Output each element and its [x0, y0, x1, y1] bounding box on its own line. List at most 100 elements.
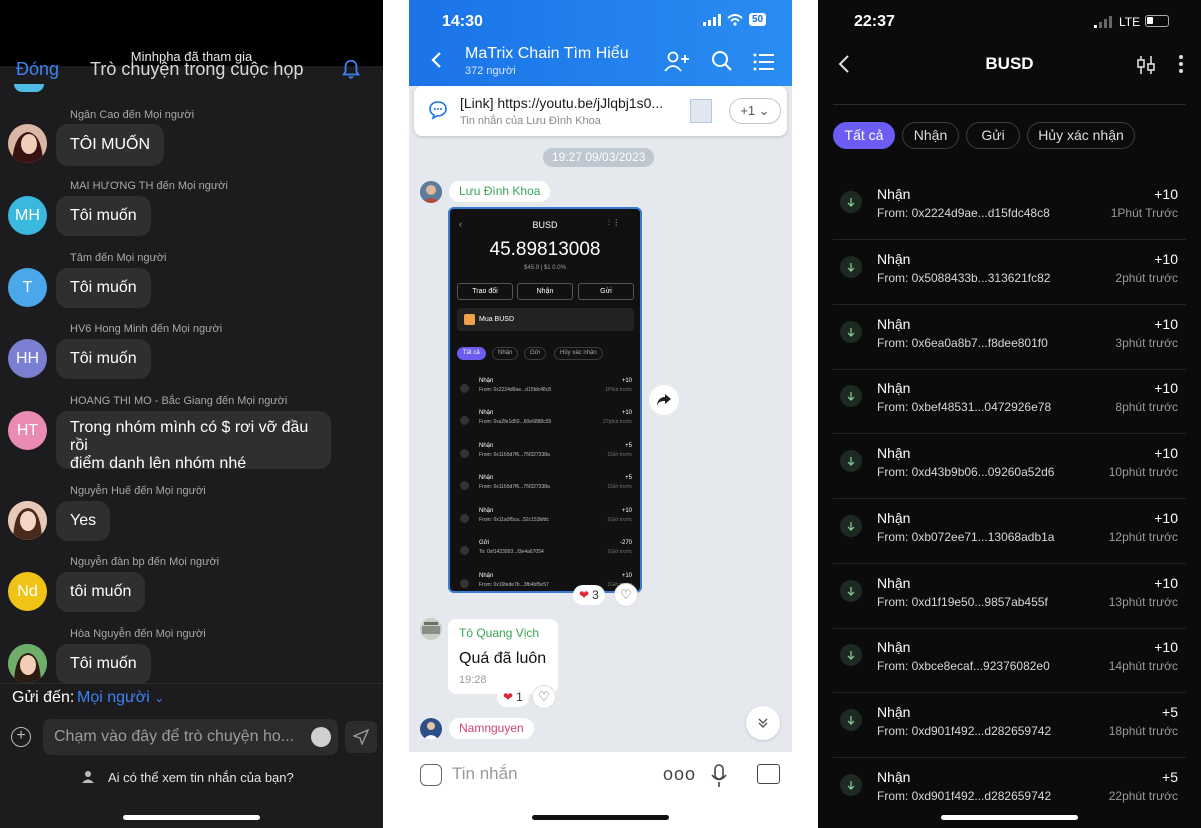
reaction-count[interactable]: ❤ 3	[573, 585, 605, 605]
message-bubble: Tôi muốn	[56, 339, 151, 379]
share-arrow-icon	[657, 394, 671, 406]
pinned-more-button[interactable]: +1 ⌄	[729, 98, 781, 124]
tx-from: From: 0x1165d7f6...75f327338a	[479, 452, 550, 458]
avatar-photo-icon	[8, 501, 47, 540]
scroll-down-button[interactable]	[746, 706, 780, 740]
transaction-row[interactable]: Nhận From: 0xd43b9b06...09260a52d6 +10 1…	[833, 434, 1186, 499]
send-to-value: Mọi người	[77, 689, 150, 706]
avatar-photo-icon	[420, 181, 442, 203]
tx-amount: +10	[621, 508, 632, 514]
tx-amount: +10	[1154, 575, 1178, 591]
tx-time: 2phút trước	[1115, 271, 1178, 285]
sticker-icon[interactable]	[420, 764, 442, 786]
tx-amount: +5	[1162, 704, 1178, 720]
chart-settings-icon[interactable]	[1136, 55, 1156, 75]
transaction-row[interactable]: Nhận From: 0xd901f492...d282659742 +5 18…	[833, 693, 1186, 758]
tx-time: 8phút trước	[1115, 400, 1178, 414]
search-icon[interactable]	[711, 50, 733, 72]
bell-icon[interactable]	[340, 58, 362, 80]
reaction-count[interactable]: ❤ 1	[497, 687, 529, 707]
tx-from: From: 0xd43b9b06...09260a52d6	[877, 465, 1055, 479]
back-arrow-icon[interactable]	[429, 50, 445, 70]
chat-input[interactable]: Chạm vào đây để trò chuyện ho...	[43, 719, 338, 755]
receive-icon	[460, 481, 469, 490]
close-button[interactable]: Đóng	[16, 59, 59, 80]
tx-amount: +10	[621, 573, 632, 579]
attachment-buy-label: Mua BUSD	[479, 316, 515, 323]
avatar	[8, 644, 47, 683]
message-sender: Nguyễn Huế đến Mọi người	[70, 485, 206, 497]
image-attachment[interactable]: ‹ BUSD ⫶ ⋮ 45.89813008 $45.9 | $1 0.0% T…	[448, 207, 642, 593]
tx-time: 1Phút Trước	[1110, 206, 1178, 220]
tx-amount: +10	[1154, 380, 1178, 396]
tx-type: Nhận	[479, 573, 494, 579]
tx-time: 22phút trước	[1108, 789, 1178, 803]
message-sender: MAI HƯƠNG TH đến Mọi người	[70, 180, 228, 192]
message-sender: HOANG THI MO - Bắc Giang đến Mọi người	[70, 395, 288, 407]
send-to-dropdown[interactable]: Mọi người ⌄	[77, 689, 164, 707]
share-button[interactable]	[649, 385, 679, 415]
microphone-icon[interactable]	[711, 764, 727, 788]
battery-indicator: 50	[749, 13, 767, 26]
avatar	[8, 124, 47, 163]
more-vertical-icon[interactable]	[1175, 54, 1187, 74]
heart-icon: ❤	[579, 588, 590, 602]
transaction-row[interactable]: Nhận From: 0xb072ee71...13068adb1a +10 1…	[833, 499, 1186, 564]
message-bubble: TÔI MUỐN	[56, 124, 164, 166]
message-sender: Tâm đến Mọi người	[70, 252, 167, 264]
tx-from: From: 0xbef48531...0472926e78	[877, 400, 1052, 414]
attachment-tx-row: Nhận From: 0xa2fe1d50...60e6888c55 +10 27ph…	[457, 408, 634, 438]
message-input[interactable]: Tin nhắn	[452, 764, 518, 784]
composer-bar: Tin nhắn ooo	[409, 752, 792, 828]
tx-type: Nhận	[877, 510, 911, 526]
tx-type: Nhận	[877, 251, 911, 267]
user-privacy-icon	[82, 771, 94, 783]
tx-amount: +10	[1154, 251, 1178, 267]
menu-list-icon[interactable]	[753, 52, 775, 72]
pinned-author: Tin nhắn của Lưu Đình Khoa	[460, 115, 601, 127]
receive-arrow-icon	[840, 256, 862, 278]
filter-cancel[interactable]: Hủy xác nhận	[1027, 122, 1135, 149]
avatar	[420, 718, 442, 740]
tx-type: Nhận	[479, 443, 494, 449]
transaction-row[interactable]: Nhận From: 0xd1f19e50...9857ab455f +10 1…	[833, 564, 1186, 629]
emoji-icon[interactable]	[311, 727, 331, 747]
avatar	[420, 618, 442, 640]
filter-all[interactable]: Tất cả	[833, 122, 895, 149]
attachment-buy-row: Mua BUSD	[457, 308, 634, 331]
message-text-line: Trong nhóm mình có $ rơi vỡ đầu rồi	[70, 419, 309, 454]
receive-icon	[460, 416, 469, 425]
react-button[interactable]: ♡	[614, 583, 638, 607]
tx-amount: +10	[1154, 186, 1178, 202]
filter-receive[interactable]: Nhận	[902, 122, 959, 149]
tx-time: 27phút trước	[603, 419, 632, 425]
filter-send[interactable]: Gửi	[966, 122, 1020, 149]
link-thumbnail	[690, 99, 712, 123]
react-button[interactable]: ♡	[532, 685, 556, 709]
coin-icon	[464, 314, 475, 325]
send-button[interactable]	[345, 721, 377, 753]
transaction-row[interactable]: Nhận From: 0xbef48531...0472926e78 +10 8…	[833, 369, 1186, 434]
add-member-icon[interactable]	[663, 50, 691, 74]
tx-time: 14phút trước	[1108, 659, 1178, 673]
privacy-link[interactable]: Ai có thể xem tin nhắn của bạn?	[108, 770, 294, 785]
transaction-row[interactable]: Nhận From: 0x2224d9ae...d15fdc48c8 +10 1…	[833, 175, 1186, 240]
more-options-icon[interactable]: ooo	[663, 764, 696, 785]
message-sender: Nguyễn đàn bp đến Mọi người	[70, 556, 220, 568]
transaction-row[interactable]: Nhận From: 0xbce8ecaf...92376082e0 +10 1…	[833, 628, 1186, 693]
transaction-row[interactable]: Nhận From: 0x6ea0a8b7...f8dee801f0 +10 3…	[833, 305, 1186, 370]
transaction-row[interactable]: Nhận From: 0x5088433b...313621fc82 +10 2…	[833, 240, 1186, 305]
divider	[833, 104, 1186, 105]
attachment-tx-row: Nhận From: 0x2224d9ae...d15fdc48c8 +10 1Phú…	[457, 376, 634, 406]
reaction-number: 3	[592, 588, 599, 602]
transaction-row[interactable]: Nhận From: 0xd901f492...d282659742 +5 22…	[833, 758, 1186, 823]
send-to-label: Gửi đến:	[12, 689, 75, 706]
heart-outline-icon: ♡	[620, 587, 632, 602]
tx-from: From: 0xb072ee71...13068adb1a	[877, 530, 1055, 544]
plus-icon[interactable]: +	[11, 727, 31, 747]
pinned-message[interactable]: [Link] https://youtu.be/jJlqbj1s0... Tin…	[414, 86, 787, 136]
attachment-tx-row: Nhận From: 0x16fede7b...3fb4bf5e57 +10 1Giờ…	[457, 571, 634, 591]
image-picker-icon[interactable]	[757, 764, 780, 784]
sender-name: Tô Quang Vịch	[459, 626, 540, 640]
tx-type: Nhận	[479, 378, 494, 384]
